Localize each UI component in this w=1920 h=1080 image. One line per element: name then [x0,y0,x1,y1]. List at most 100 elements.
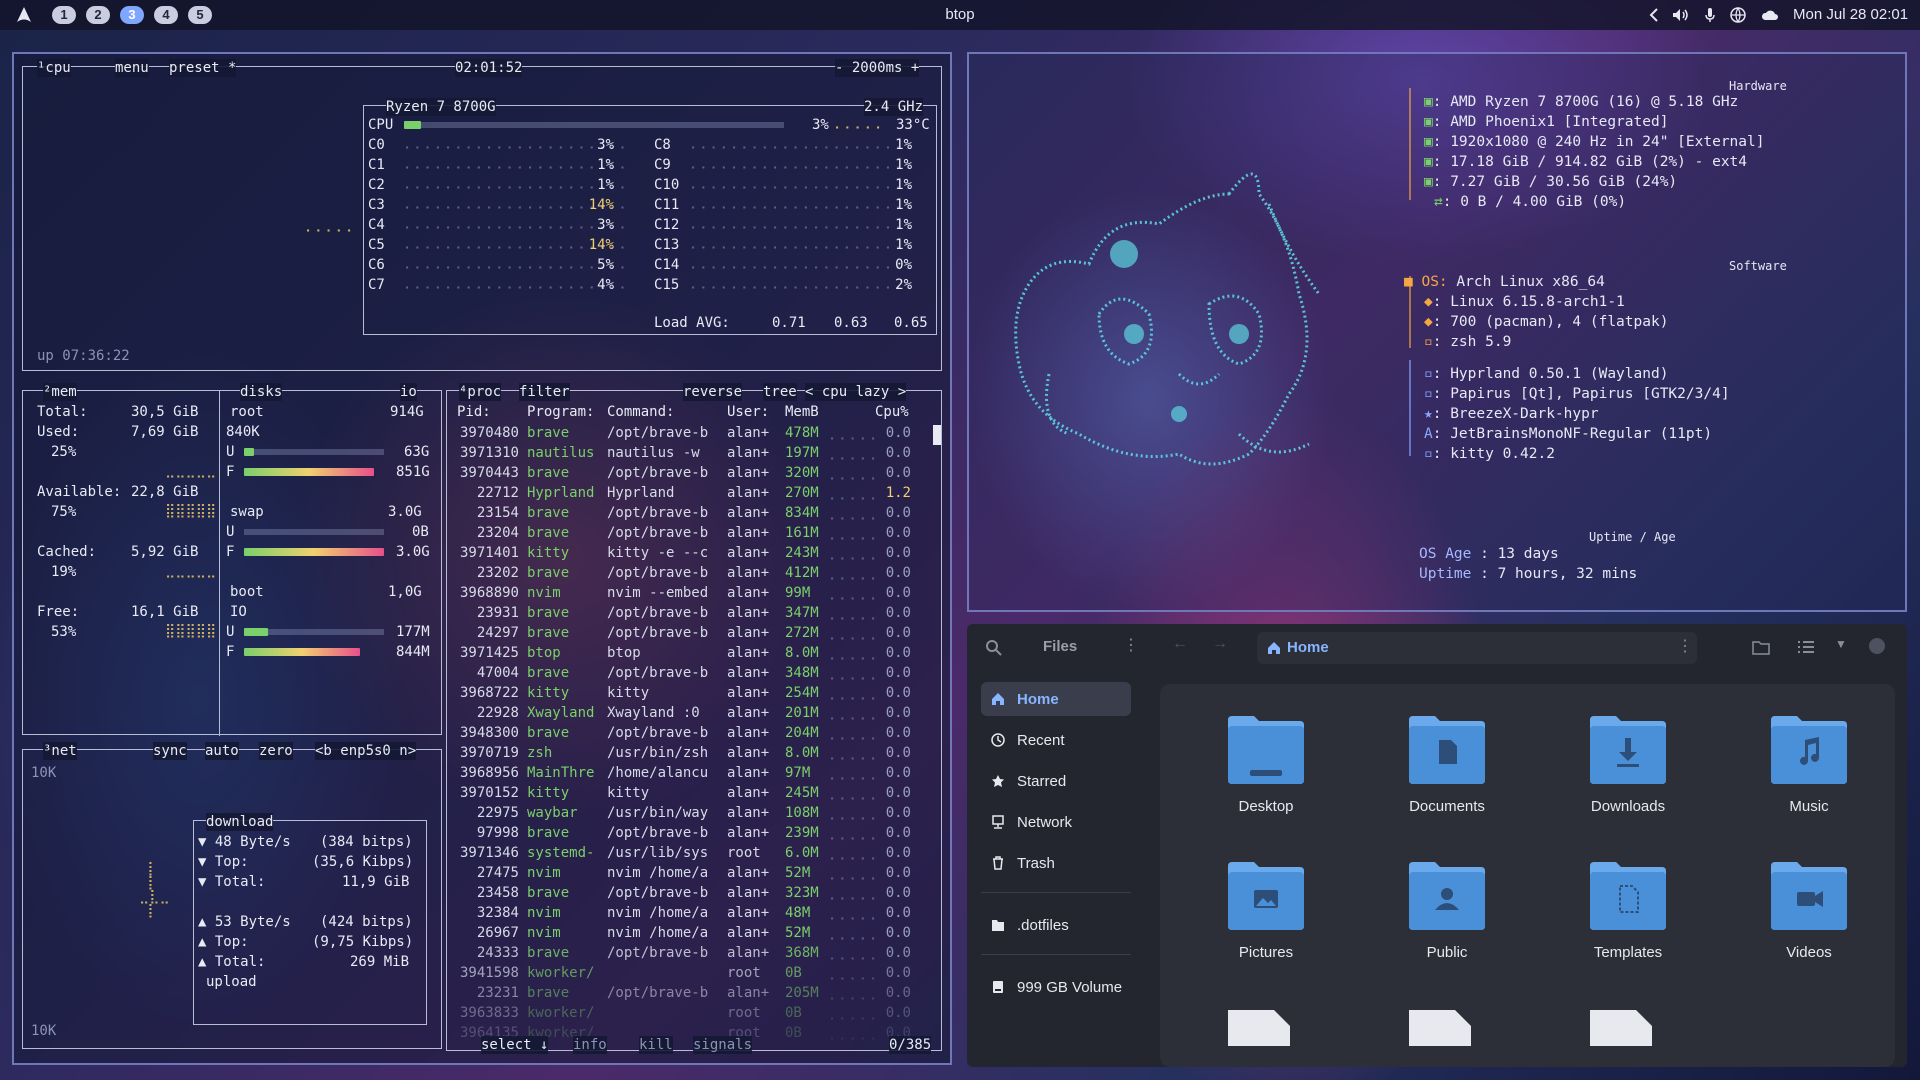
proc-info-button[interactable]: info [573,1036,607,1054]
table-row[interactable]: 24333 brave/opt/brave-b alan+ 368M 0.0 ⡀⡀⡀⡀⡀ [457,943,937,963]
sidebar-item-trash[interactable]: Trash [981,846,1131,880]
sidebar-item-volume[interactable]: 999 GB Volume [981,970,1131,1004]
col-program[interactable]: Program: [527,403,594,421]
folder-downloads[interactable]: Downloads [1553,706,1703,836]
table-row[interactable]: 3971425 btop btop alan+ 8.0M 0.0 ⡀⡀⡀⡀⡀ [457,643,937,663]
sidebar-item-home[interactable]: Home [981,682,1131,716]
list-view-icon[interactable] [1797,639,1815,655]
folder-music[interactable]: Music [1734,706,1884,836]
workspace-5[interactable]: 5 [188,6,212,24]
file-icon[interactable] [1588,1006,1654,1046]
location-bar[interactable]: Home ⋮ [1257,632,1697,664]
preset-button[interactable]: preset * [169,59,237,77]
sidebar-item-network[interactable]: Network [981,805,1131,839]
net-interface-selector[interactable]: <b enp5s0 n> [315,742,417,760]
proc-tree-toggle[interactable]: tree [763,383,797,401]
table-row[interactable]: 3970719 zsh/usr/bin/zsh alan+ 8.0M 0.0 ⡀⡀⡀⡀⡀ [457,743,937,763]
table-row[interactable]: 47004 brave/opt/brave-b alan+ 348M 0.0 ⡀⡀⡀⡀⡀ [457,663,937,683]
proc-scrollbar[interactable] [933,425,941,445]
forward-arrow-icon[interactable]: → [1212,635,1228,653]
table-row[interactable]: 3970480 brave/opt/brave-b alan+ 478M 0.0 ⡀⡀⡀⡀… [457,423,937,443]
table-row[interactable]: 26967 nvim nvim /home/a alan+ 52M 0.0 ⡀⡀⡀⡀⡀ [457,923,937,943]
table-row[interactable]: 23458 brave/opt/brave-b alan+ 323M 0.0 ⡀⡀⡀⡀⡀ [457,883,937,903]
net-box-title[interactable]: ³net [43,742,77,760]
table-row[interactable]: 22928 Xwayland Xwayland :0 alan+ 201M 0.0 ⡀⡀⡀⡀… [457,703,937,723]
network-icon[interactable] [1728,5,1748,25]
col-cpu[interactable]: Cpu% [875,403,909,421]
workspace-3[interactable]: 3 [120,6,144,24]
folder-desktop[interactable]: Desktop [1191,706,1341,836]
net-zero-toggle[interactable]: zero [259,742,293,760]
folder-public[interactable]: Public [1372,852,1522,982]
proc-select-button[interactable]: select ↓ [481,1036,549,1054]
col-command[interactable]: Command: [607,403,674,421]
files-window[interactable]: Files ⋮ ← → Home ⋮ ▼ Home Recent Starred… [967,624,1907,1067]
proc-box-title[interactable]: ⁴proc [459,383,502,401]
update-interval-control[interactable]: - 2000ms + [835,59,920,77]
table-row[interactable]: 3971310 nautilus nautilus -w alan+ 197M 0.0 ⡀⡀… [457,443,937,463]
col-mem[interactable]: MemB [785,403,819,421]
cpu-box-title[interactable]: ¹cpu [37,59,71,77]
table-row[interactable]: 22975 waybar/usr/bin/way alan+ 108M 0.0 ⡀⡀⡀⡀⡀ [457,803,937,823]
location-menu-icon[interactable]: ⋮ [1677,636,1693,656]
table-row[interactable]: 24297 brave/opt/brave-b alan+ 272M 0.0 ⡀⡀⡀⡀⡀ [457,623,937,643]
btop-window[interactable]: ¹cpu menu preset * 02:01:52 - 2000ms + u… [12,52,952,1065]
window-close-icon[interactable] [1869,638,1885,654]
table-row[interactable]: 27475 nvim nvim /home/a alan+ 52M 0.0 ⡀⡀⡀⡀⡀ [457,863,937,883]
table-row[interactable]: 3968722 kitty kitty alan+ 254M 0.0 ⡀⡀⡀⡀⡀ [457,683,937,703]
table-row[interactable]: 23231 brave/opt/brave-b alan+ 205M 0.0 ⡀⡀⡀⡀⡀ [457,983,937,1003]
table-row[interactable]: 3968890 nvim nvim --embed alan+ 99M 0.0 ⡀⡀⡀⡀⡀ [457,583,937,603]
table-row[interactable]: 23204 brave/opt/brave-b alan+ 161M 0.0 ⡀⡀⡀⡀⡀ [457,523,937,543]
workspace-2[interactable]: 2 [86,6,110,24]
mem-box-title[interactable]: ²mem [43,383,77,401]
fastfetch-terminal-window[interactable]: Hardware ▣: AMD Ryzen 7 8700G (16) @ 5.1… [967,52,1907,612]
folder-templates[interactable]: Templates [1553,852,1703,982]
folder-documents[interactable]: Documents [1372,706,1522,836]
net-auto-toggle[interactable]: auto [205,742,239,760]
net-sync-toggle[interactable]: sync [153,742,187,760]
chevron-left-icon[interactable] [1644,5,1664,25]
table-row[interactable]: 3970152 kitty kitty alan+ 245M 0.0 ⡀⡀⡀⡀⡀ [457,783,937,803]
table-row[interactable]: 23154 brave/opt/brave-b alan+ 834M 0.0 ⡀⡀⡀⡀⡀ [457,503,937,523]
table-row[interactable]: 22712 Hyprland Hyprland alan+ 270M 1.2 ⡀⡀⡀⡀⡀ [457,483,937,503]
file-icon[interactable] [1226,1006,1292,1046]
search-icon[interactable] [985,639,1003,657]
proc-filter-button[interactable]: filter [519,383,570,401]
clock[interactable]: Mon Jul 28 02:01 [1793,6,1908,23]
folder-pictures[interactable]: Pictures [1191,852,1341,982]
new-folder-icon[interactable] [1752,639,1770,655]
table-row[interactable]: 23202 brave/opt/brave-b alan+ 412M 0.0 ⡀⡀⡀⡀⡀ [457,563,937,583]
back-arrow-icon[interactable]: ← [1172,635,1188,653]
table-row[interactable]: 3963833 kworker/root 0B 0.0 ⡀⡀⡀⡀⡀ [457,1003,937,1023]
disks-io-toggle[interactable]: io [400,383,417,401]
folder-videos[interactable]: Videos [1734,852,1884,982]
workspace-1[interactable]: 1 [52,6,76,24]
table-row[interactable]: 23931 brave/opt/brave-b alan+ 347M 0.0 ⡀⡀⡀⡀⡀ [457,603,937,623]
col-user[interactable]: User: [727,403,769,421]
sidebar-item-starred[interactable]: Starred [981,764,1131,798]
table-row[interactable]: 3948300 brave/opt/brave-b alan+ 204M 0.0 ⡀⡀⡀⡀… [457,723,937,743]
table-row[interactable]: 97998 brave/opt/brave-b alan+ 239M 0.0 ⡀⡀⡀⡀⡀ [457,823,937,843]
view-options-chevron-icon[interactable]: ▼ [1835,637,1847,651]
files-menu-icon[interactable]: ⋮ [1123,635,1139,655]
file-icon[interactable] [1407,1006,1473,1046]
table-row[interactable]: 3941598 kworker/root 0B 0.0 ⡀⡀⡀⡀⡀ [457,963,937,983]
table-row[interactable]: 32384 nvim nvim /home/a alan+ 48M 0.0 ⡀⡀⡀⡀⡀ [457,903,937,923]
microphone-icon[interactable] [1700,5,1720,25]
sidebar-item-dotfiles[interactable]: .dotfiles [981,908,1131,942]
table-row[interactable]: 3971401 kitty kitty -e --c alan+ 243M 0.0 ⡀⡀⡀⡀… [457,543,937,563]
sidebar-item-recent[interactable]: Recent [981,723,1131,757]
proc-signals-button[interactable]: signals [693,1036,753,1054]
menu-button[interactable]: menu [115,59,149,77]
table-row[interactable]: 3971346 systemd- /usr/lib/sys root 6.0M 0.0 ⡀⡀… [457,843,937,863]
cloud-icon[interactable] [1760,5,1780,25]
workspace-4[interactable]: 4 [154,6,178,24]
volume-icon[interactable] [1670,5,1690,25]
arch-logo-icon[interactable] [14,5,34,25]
col-pid[interactable]: Pid: [457,403,491,421]
table-row[interactable]: 3968956 MainThre/home/alancu alan+ 97M 0.0 ⡀⡀… [457,763,937,783]
proc-sort-selector[interactable]: < cpu lazy > [805,383,907,401]
proc-reverse-toggle[interactable]: reverse [683,383,743,401]
proc-kill-button[interactable]: kill [639,1036,673,1054]
table-row[interactable]: 3970443 brave/opt/brave-b alan+ 320M 0.0 ⡀⡀⡀⡀… [457,463,937,483]
